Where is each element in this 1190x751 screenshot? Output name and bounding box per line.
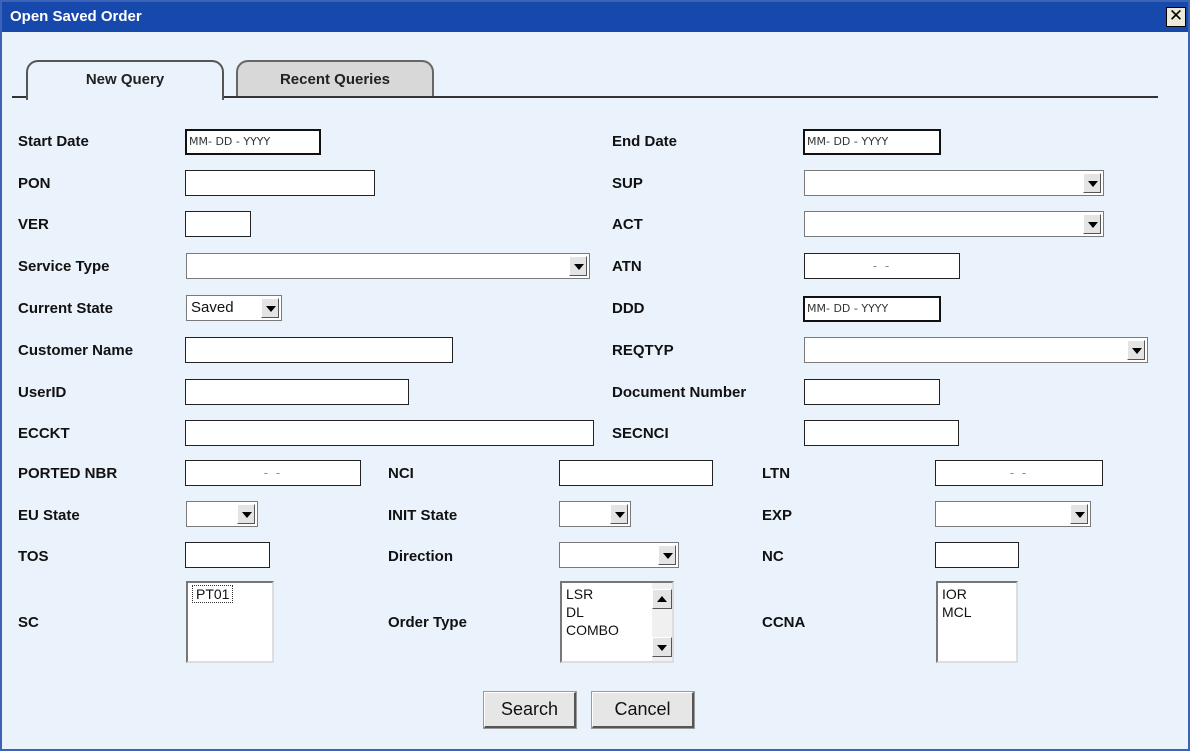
nci-label: NCI [388,465,414,482]
reqtyp-label: REQTYP [612,342,674,359]
nc-input[interactable] [935,542,1019,568]
ltn-label: LTN [762,465,791,482]
sc-option: PT01 [192,585,234,603]
reqtyp-select[interactable] [804,337,1148,363]
secnci-input[interactable] [804,420,959,446]
close-icon[interactable]: ✕ [1166,7,1186,27]
ecckt-label: ECCKT [18,425,70,442]
userid-input[interactable] [185,379,409,405]
title-bar: Open Saved Order ✕ [2,2,1188,32]
tab-new-query[interactable]: New Query [26,60,224,100]
exp-label: EXP [762,507,793,524]
act-select[interactable] [804,211,1104,237]
ver-label: VER [18,216,49,233]
chevron-down-icon[interactable] [1127,340,1145,360]
customer-name-input[interactable] [185,337,453,363]
list-item[interactable]: IOR [942,585,1012,603]
order-type-label: Order Type [388,614,467,631]
tos-input[interactable] [185,542,270,568]
chevron-down-icon[interactable] [1083,214,1101,234]
chevron-down-icon[interactable] [261,298,279,318]
chevron-down-icon[interactable] [1083,173,1101,193]
chevron-down-icon[interactable] [1070,504,1088,524]
window-title: Open Saved Order [10,8,142,25]
sc-listbox[interactable]: PT01 [186,581,274,663]
document-number-input[interactable] [804,379,940,405]
cancel-button[interactable]: Cancel [591,691,695,729]
current-state-label: Current State [18,300,114,317]
search-button[interactable]: Search [483,691,577,729]
chevron-down-icon[interactable] [610,504,628,524]
start-date-field[interactable]: MM- DD - YYYY [185,129,321,155]
chevron-up-icon[interactable] [652,589,672,609]
service-type-label: Service Type [18,258,110,275]
userid-label: UserID [18,384,67,401]
ddd-field[interactable]: MM- DD - YYYY [803,296,941,322]
init-state-label: INIT State [388,507,458,524]
start-date-label: Start Date [18,133,89,150]
end-date-label: End Date [612,133,678,150]
current-state-value: Saved [191,299,234,316]
service-type-select[interactable] [186,253,590,279]
ecckt-input[interactable] [185,420,594,446]
init-state-select[interactable] [559,501,631,527]
tab-label: Recent Queries [279,71,391,88]
list-item[interactable]: PT01 [192,585,268,603]
atn-label: ATN [612,258,642,275]
sup-select[interactable] [804,170,1104,196]
sc-label: SC [18,614,39,631]
eu-state-select[interactable] [186,501,258,527]
nci-input[interactable] [559,460,713,486]
open-saved-order-dialog: Open Saved Order ✕ New Query Recent Quer… [0,0,1190,751]
ltn-input[interactable]: - - [935,460,1103,486]
chevron-down-icon[interactable] [652,637,672,657]
nc-label: NC [762,548,784,565]
document-number-label: Document Number [612,384,747,401]
eu-state-label: EU State [18,507,80,524]
tab-label: New Query [85,71,165,88]
act-label: ACT [612,216,643,233]
tos-label: TOS [18,548,49,565]
chevron-down-icon[interactable] [569,256,587,276]
ddd-label: DDD [612,300,645,317]
ccna-listbox[interactable]: IOR MCL [936,581,1018,663]
ported-nbr-label: PORTED NBR [18,465,118,482]
pon-label: PON [18,175,51,192]
current-state-select[interactable]: Saved [186,295,282,321]
direction-select[interactable] [559,542,679,568]
ccna-label: CCNA [762,614,806,631]
ver-input[interactable] [185,211,251,237]
tab-recent-queries[interactable]: Recent Queries [236,60,434,96]
chevron-down-icon[interactable] [658,545,676,565]
chevron-down-icon[interactable] [237,504,255,524]
customer-name-label: Customer Name [18,342,134,359]
end-date-field[interactable]: MM- DD - YYYY [803,129,941,155]
exp-select[interactable] [935,501,1091,527]
sup-label: SUP [612,175,643,192]
ported-nbr-input[interactable]: - - [185,460,361,486]
list-item[interactable]: MCL [942,603,1012,621]
scrollbar[interactable] [652,583,672,661]
pon-input[interactable] [185,170,375,196]
secnci-label: SECNCI [612,425,669,442]
order-type-listbox[interactable]: LSR DL COMBO [560,581,674,663]
atn-input[interactable]: - - [804,253,960,279]
direction-label: Direction [388,548,454,565]
